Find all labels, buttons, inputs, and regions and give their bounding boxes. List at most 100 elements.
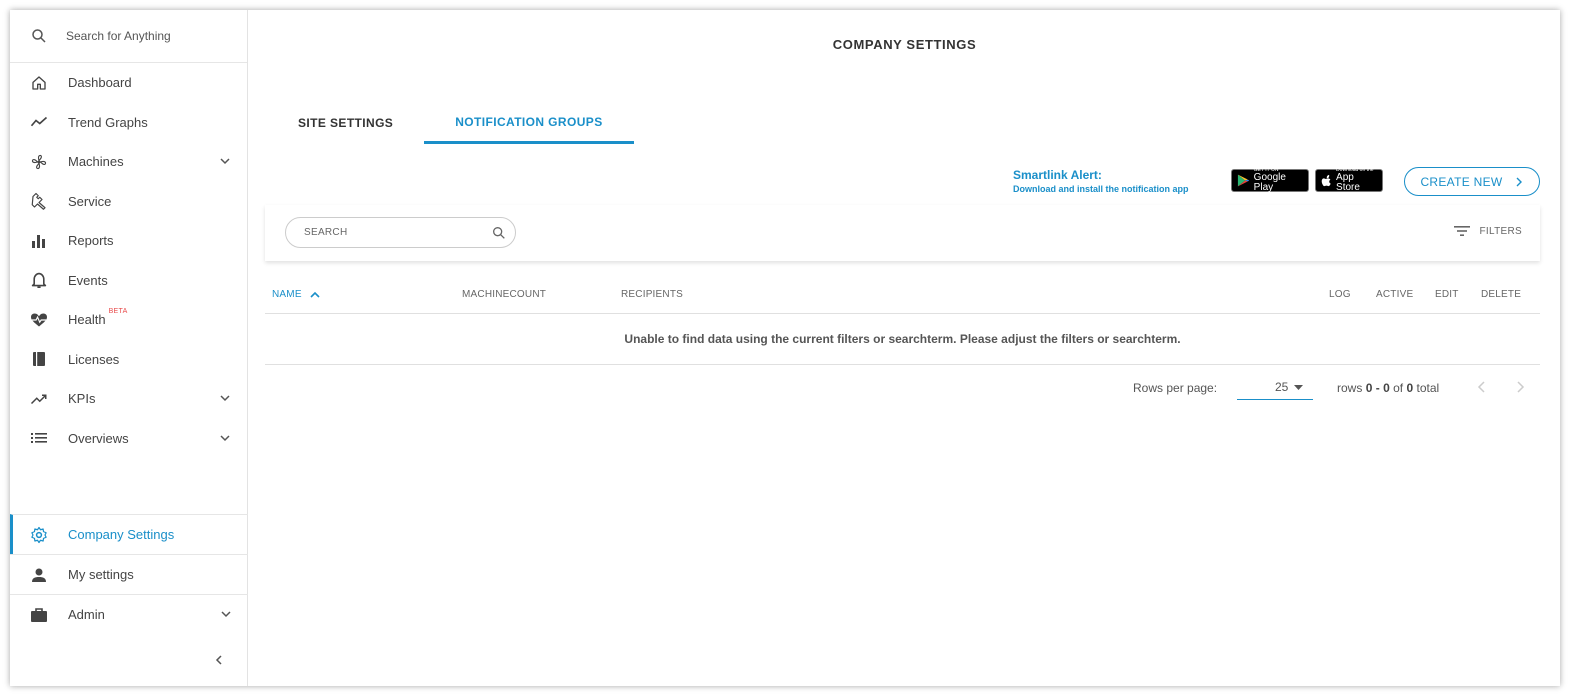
person-icon (30, 566, 48, 584)
sidebar-item-label: Overviews (68, 430, 129, 446)
search-input[interactable] (304, 227, 484, 238)
smartlink-alert-info: Smartlink Alert: Download and install th… (1013, 168, 1189, 194)
fan-icon (30, 153, 48, 171)
google-play-badge[interactable]: GET IT ON Google Play (1231, 168, 1309, 193)
sidebar-item-licenses[interactable]: Licenses (10, 340, 247, 380)
sidebar-item-label: Health (68, 312, 106, 328)
book-icon (30, 350, 48, 368)
caret-down-icon (1294, 385, 1303, 390)
sidebar-item-admin[interactable]: Admin (10, 594, 248, 634)
sidebar-item-company-settings[interactable]: Company Settings (10, 514, 248, 554)
sidebar-item-label: My settings (68, 567, 134, 582)
column-header-name[interactable]: NAME (272, 289, 320, 300)
range-to: 0 (1383, 381, 1390, 395)
notification-groups-table: NAME MACHINECOUNT RECIPIENTS LOG ACTIVE … (265, 280, 1540, 411)
app-store-big-text: App Store (1336, 172, 1360, 193)
range-of: of (1393, 381, 1404, 395)
pagination-range: rows 0 - 0 of 0 total (1337, 381, 1439, 395)
settings-tabs: SITE SETTINGS NOTIFICATION GROUPS (267, 102, 634, 144)
gear-icon (30, 526, 48, 544)
tab-site-settings[interactable]: SITE SETTINGS (267, 102, 424, 144)
smartlink-subtitle: Download and install the notification ap… (1013, 184, 1189, 194)
create-new-label: CREATE NEW (1420, 174, 1503, 189)
apple-icon (1321, 174, 1331, 186)
bottom-nav: Company Settings My settings Admin (10, 514, 248, 634)
range-from: 0 (1365, 381, 1373, 395)
search-icon[interactable] (491, 225, 507, 241)
sidebar-item-label: Service (68, 193, 112, 209)
sidebar-item-kpis[interactable]: KPIs (10, 379, 247, 419)
main-nav: Dashboard Trend Graphs Machines Service … (10, 63, 247, 458)
table-header: NAME MACHINECOUNT RECIPIENTS LOG ACTIVE … (265, 280, 1540, 314)
range-suffix: total (1416, 381, 1440, 395)
app-window: Search for Anything Dashboard Trend Grap… (10, 10, 1560, 686)
list-icon (30, 429, 48, 447)
filters-button[interactable]: FILTERS (1453, 225, 1522, 237)
sidebar-item-label: Trend Graphs (68, 114, 148, 130)
chevron-down-icon[interactable] (219, 432, 231, 444)
bell-icon (30, 271, 48, 289)
column-header-machinecount[interactable]: MACHINECOUNT (462, 289, 546, 300)
sidebar-search[interactable]: Search for Anything (10, 10, 247, 63)
pagination: Rows per page: 25 rows 0 - 0 of 0 total (265, 365, 1540, 411)
previous-page-icon[interactable] (1476, 380, 1488, 394)
column-header-recipients[interactable]: RECIPIENTS (621, 289, 683, 300)
sidebar-item-label: Machines (68, 154, 124, 170)
heart-pulse-icon (30, 311, 48, 329)
table-toolbar: FILTERS (265, 205, 1540, 261)
briefcase-icon (30, 606, 48, 624)
sidebar-item-trend-graphs[interactable]: Trend Graphs (10, 103, 247, 143)
sidebar-item-label: Events (68, 272, 108, 288)
sidebar-item-health[interactable]: Health BETA (10, 300, 247, 340)
smartlink-title: Smartlink Alert: (1013, 168, 1102, 182)
sidebar-item-events[interactable]: Events (10, 261, 247, 301)
page-title: COMPANY SETTINGS (832, 37, 977, 52)
sidebar-item-reports[interactable]: Reports (10, 221, 247, 261)
sidebar-item-service[interactable]: Service (10, 182, 247, 222)
filters-label: FILTERS (1479, 225, 1522, 237)
filter-icon (1453, 226, 1470, 236)
app-store-badge[interactable]: Download on the App Store (1315, 168, 1383, 193)
sidebar-item-label: Dashboard (68, 75, 132, 91)
sidebar-item-dashboard[interactable]: Dashboard (10, 63, 247, 103)
column-header-active[interactable]: ACTIVE (1376, 289, 1413, 300)
wrench-icon (30, 192, 48, 211)
sidebar-item-overviews[interactable]: Overviews (10, 419, 247, 459)
google-play-icon (1237, 174, 1250, 187)
sidebar-item-label: Licenses (68, 351, 120, 367)
sidebar-item-my-settings[interactable]: My settings (10, 554, 248, 594)
rows-per-page-select[interactable]: 25 (1237, 374, 1313, 400)
sidebar-item-label: Reports (68, 233, 114, 249)
home-icon (30, 74, 48, 92)
range-total: 0 (1406, 381, 1414, 395)
next-page-icon[interactable] (1514, 380, 1526, 394)
main-content: COMPANY SETTINGS SITE SETTINGS NOTIFICAT… (249, 10, 1560, 686)
beta-badge: BETA (108, 308, 128, 316)
empty-table-message: Unable to find data using the current fi… (265, 314, 1540, 365)
trend-icon (30, 113, 48, 131)
chevron-down-icon[interactable] (219, 392, 231, 404)
tab-notification-groups[interactable]: NOTIFICATION GROUPS (424, 102, 634, 144)
chevron-right-icon (1516, 177, 1522, 186)
column-header-log[interactable]: LOG (1329, 289, 1351, 300)
search-icon (32, 29, 46, 43)
chevron-down-icon[interactable] (220, 608, 232, 620)
sidebar: Search for Anything Dashboard Trend Grap… (10, 10, 248, 686)
range-separator: - (1375, 381, 1380, 395)
sidebar-item-machines[interactable]: Machines (10, 142, 247, 182)
search-box[interactable] (285, 217, 516, 248)
column-header-edit[interactable]: EDIT (1435, 289, 1459, 300)
create-new-button[interactable]: CREATE NEW (1404, 167, 1540, 196)
google-play-big-text: Google Play (1253, 172, 1286, 193)
collapse-sidebar-icon[interactable] (213, 654, 225, 666)
sort-ascending-icon (310, 291, 320, 298)
sidebar-item-label: Company Settings (68, 527, 175, 542)
sidebar-search-label: Search for Anything (66, 29, 171, 43)
trending-up-icon (30, 390, 48, 408)
bar-chart-icon (30, 232, 48, 250)
column-header-delete[interactable]: DELETE (1481, 289, 1521, 300)
rows-per-page-label: Rows per page: (1133, 381, 1218, 395)
chevron-down-icon[interactable] (219, 155, 231, 167)
rows-per-page-value: 25 (1275, 380, 1289, 394)
column-header-name-label: NAME (272, 289, 302, 300)
